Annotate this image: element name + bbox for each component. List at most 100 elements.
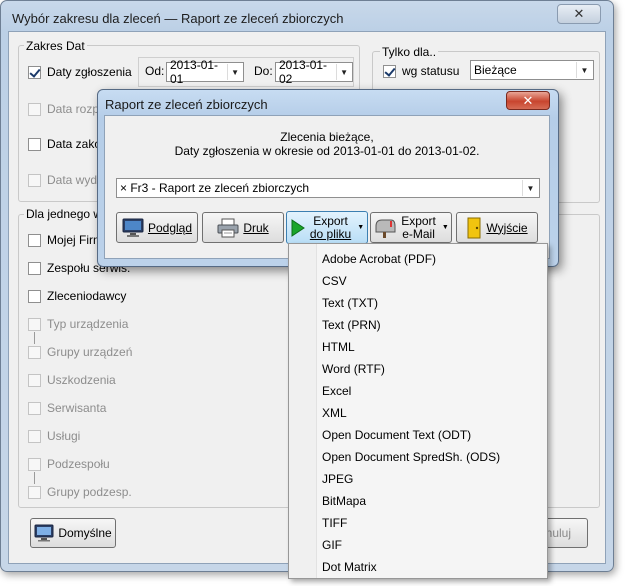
close-icon: ✕ <box>522 92 534 108</box>
checkbox-wg-statusu[interactable]: wg statusu <box>383 64 459 78</box>
domyslne-label: Domyślne <box>58 526 112 540</box>
export-email-button[interactable]: Export e-Mail ▼ <box>370 212 452 243</box>
checkbox-daty-zgloszenia[interactable]: Daty zgłoszenia <box>28 65 132 79</box>
monitor-icon <box>34 524 54 542</box>
checkbox-label: wg statusu <box>402 64 460 78</box>
druk-label: Druk <box>243 220 269 235</box>
window-close-button[interactable]: ✕ <box>557 4 601 24</box>
export-do-pliku-line1: Export <box>313 213 348 228</box>
checkbox-box <box>28 429 41 443</box>
dialog-close-button[interactable]: ✕ <box>506 91 550 110</box>
checkbox-serwisanta: Serwisanta <box>28 401 106 415</box>
dialog-title: Raport ze zleceń zbiorczych <box>105 97 268 112</box>
wyjscie-label: Wyjście <box>486 220 528 235</box>
menu-item-pdf[interactable]: Adobe Acrobat (PDF) <box>322 252 436 266</box>
checkbox-label: Data zako <box>47 137 102 151</box>
tree-connector <box>34 332 35 344</box>
wyjscie-button[interactable]: Wyjście <box>456 212 538 243</box>
chevron-down-icon[interactable]: ▼ <box>522 180 538 196</box>
export-email-line2: e-Mail <box>402 226 435 241</box>
export-format-menu: Adobe Acrobat (PDF) CSV Text (TXT) Text … <box>288 243 548 579</box>
menu-item-odt[interactable]: Open Document Text (ODT) <box>322 428 471 442</box>
menu-item-gif[interactable]: GIF <box>322 538 342 552</box>
menu-item-xml[interactable]: XML <box>322 406 347 420</box>
printer-icon <box>217 218 239 237</box>
menu-gutter <box>289 244 317 578</box>
druk-button[interactable]: Druk <box>202 212 284 243</box>
checkbox-label: Usługi <box>47 429 81 443</box>
menu-item-ods[interactable]: Open Document SpredSh. (ODS) <box>322 450 500 464</box>
checkbox-grupy-podzesp: Grupy podzesp. <box>28 485 132 499</box>
checkbox-uslugi: Usługi <box>28 429 80 443</box>
do-label: Do: <box>254 64 273 78</box>
checkbox-zleceniodawcy[interactable]: Zleceniodawcy <box>28 289 126 303</box>
chevron-down-icon: ▼ <box>357 224 365 231</box>
od-date-value: 2013-01-01 <box>170 58 219 86</box>
export-do-pliku-line2: do pliku <box>309 226 352 241</box>
checkbox-box[interactable] <box>28 233 41 247</box>
dialog-info-line2: Daty zgłoszenia w okresie od 2013-01-01 … <box>174 144 480 158</box>
dialog-info-line1: Zlecenia bieżące, <box>280 130 374 144</box>
checkbox-box[interactable] <box>383 64 396 78</box>
checkbox-box <box>28 373 41 387</box>
play-arrow-icon <box>291 218 305 237</box>
checkbox-label: Podzespołu <box>47 457 110 471</box>
checkbox-label: Uszkodzenia <box>47 373 116 387</box>
status-value: Bieżące <box>474 63 517 77</box>
report-select[interactable]: × Fr3 - Raport ze zleceń zbiorczych ▼ <box>116 178 540 198</box>
anuluj-label: nuluj <box>545 526 571 540</box>
checkbox-label: Grupy urządzeń <box>47 345 133 359</box>
checkbox-data-zakonczenia[interactable]: Data zako <box>28 137 101 151</box>
export-do-pliku-text: Export do pliku <box>309 213 352 241</box>
checkbox-label: Serwisanta <box>47 401 107 415</box>
exit-door-icon <box>467 217 481 238</box>
close-icon: ✕ <box>573 6 585 21</box>
checkbox-box[interactable] <box>28 289 41 303</box>
checkbox-podzespolu: Podzespołu <box>28 457 110 471</box>
menu-item-html[interactable]: HTML <box>322 340 355 354</box>
domyslne-button[interactable]: Domyślne <box>30 518 116 548</box>
checkbox-box <box>28 345 41 359</box>
export-email-text: Export e-Mail <box>401 214 436 241</box>
mailbox-icon <box>375 219 396 238</box>
chevron-down-icon[interactable]: ▼ <box>336 64 351 80</box>
checkbox-uszkodzenia: Uszkodzenia <box>28 373 116 387</box>
checkbox-box[interactable] <box>28 137 41 151</box>
checkbox-label: Data wyda <box>47 173 104 187</box>
checkbox-label: Zleceniodawcy <box>47 289 127 303</box>
menu-item-bitmapa[interactable]: BitMapa <box>322 494 366 508</box>
menu-item-dot-matrix[interactable]: Dot Matrix <box>322 560 377 574</box>
podglad-label: Podgląd <box>147 220 193 235</box>
tree-connector <box>34 472 35 484</box>
monitor-icon <box>122 218 144 237</box>
od-date-picker[interactable]: 2013-01-01 ▼ <box>166 58 244 86</box>
podglad-button[interactable]: Podgląd <box>116 212 198 243</box>
checkbox-box[interactable] <box>28 261 41 275</box>
menu-item-txt[interactable]: Text (TXT) <box>322 296 378 310</box>
zakres-dat-legend: Zakres Dat <box>24 39 87 53</box>
chevron-down-icon[interactable]: ▼ <box>576 62 592 78</box>
checkbox-box <box>28 102 41 116</box>
chevron-down-icon: ▼ <box>441 224 449 231</box>
export-do-pliku-button[interactable]: Export do pliku ▼ <box>286 211 368 244</box>
checkbox-box <box>28 485 41 499</box>
od-label: Od: <box>145 64 165 78</box>
checkbox-data-rozpoczecia: Data rozpo <box>28 102 106 116</box>
status-select[interactable]: Bieżące ▼ <box>470 60 594 80</box>
menu-item-rtf[interactable]: Word (RTF) <box>322 362 385 376</box>
menu-item-prn[interactable]: Text (PRN) <box>322 318 381 332</box>
menu-item-tiff[interactable]: TIFF <box>322 516 347 530</box>
checkbox-box <box>28 173 41 187</box>
menu-item-csv[interactable]: CSV <box>322 274 347 288</box>
checkbox-label: Daty zgłoszenia <box>47 65 132 79</box>
checkbox-box[interactable] <box>28 65 41 79</box>
menu-item-excel[interactable]: Excel <box>322 384 351 398</box>
menu-item-jpeg[interactable]: JPEG <box>322 472 353 486</box>
checkbox-data-wydania: Data wyda <box>28 173 104 187</box>
do-date-picker[interactable]: 2013-01-02 ▼ <box>275 58 353 86</box>
chevron-down-icon[interactable]: ▼ <box>227 64 242 80</box>
checkbox-box <box>28 457 41 471</box>
report-value: × Fr3 - Raport ze zleceń zbiorczych <box>120 181 310 195</box>
tylko-dla-legend: Tylko dla.. <box>380 45 439 59</box>
checkbox-box <box>28 317 41 331</box>
